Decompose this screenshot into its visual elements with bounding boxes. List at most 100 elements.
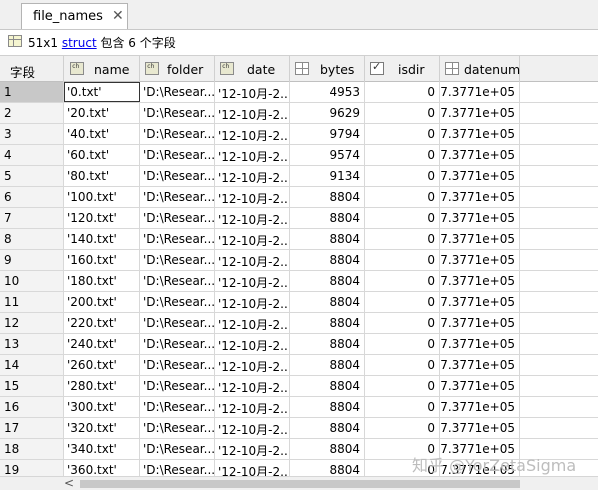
cell-date[interactable]: '12-10月-2... — [215, 145, 290, 165]
cell-isdir[interactable]: 0 — [365, 229, 440, 249]
scrollbar-thumb[interactable] — [80, 480, 520, 488]
header-bytes[interactable]: bytes — [290, 56, 365, 82]
cell-folder[interactable]: 'D:\Resear... — [140, 439, 215, 459]
cell-date[interactable]: '12-10月-2... — [215, 250, 290, 270]
cell-folder[interactable]: 'D:\Resear... — [140, 313, 215, 333]
cell-folder[interactable]: 'D:\Resear... — [140, 145, 215, 165]
cell-isdir[interactable]: 0 — [365, 271, 440, 291]
row-index-cell[interactable]: 9 — [0, 250, 64, 270]
cell-datenum[interactable]: 7.3771e+05 — [440, 124, 520, 144]
cell-bytes[interactable]: 9629 — [290, 103, 365, 123]
cell-date[interactable]: '12-10月-2... — [215, 397, 290, 417]
cell-datenum[interactable]: 7.3771e+05 — [440, 313, 520, 333]
cell-isdir[interactable]: 0 — [365, 124, 440, 144]
cell-name[interactable]: '100.txt' — [64, 187, 140, 207]
cell-datenum[interactable]: 7.3771e+05 — [440, 418, 520, 438]
row-index-cell[interactable]: 1 — [0, 82, 64, 102]
cell-folder[interactable]: 'D:\Resear... — [140, 82, 215, 102]
cell-name[interactable]: '240.txt' — [64, 334, 140, 354]
cell-folder[interactable]: 'D:\Resear... — [140, 292, 215, 312]
cell-date[interactable]: '12-10月-2... — [215, 229, 290, 249]
cell-isdir[interactable]: 0 — [365, 355, 440, 375]
row-index-cell[interactable]: 16 — [0, 397, 64, 417]
cell-name[interactable]: '180.txt' — [64, 271, 140, 291]
cell-isdir[interactable]: 0 — [365, 334, 440, 354]
header-name[interactable]: name — [64, 56, 140, 82]
cell-isdir[interactable]: 0 — [365, 397, 440, 417]
cell-isdir[interactable]: 0 — [365, 292, 440, 312]
cell-bytes[interactable]: 9794 — [290, 124, 365, 144]
cell-bytes[interactable]: 9574 — [290, 145, 365, 165]
cell-folder[interactable]: 'D:\Resear... — [140, 397, 215, 417]
cell-folder[interactable]: 'D:\Resear... — [140, 166, 215, 186]
cell-bytes[interactable]: 4953 — [290, 82, 365, 102]
cell-name[interactable]: '320.txt' — [64, 418, 140, 438]
cell-bytes[interactable]: 8804 — [290, 418, 365, 438]
cell-isdir[interactable]: 0 — [365, 250, 440, 270]
cell-date[interactable]: '12-10月-2... — [215, 187, 290, 207]
cell-folder[interactable]: 'D:\Resear... — [140, 334, 215, 354]
cell-isdir[interactable]: 0 — [365, 313, 440, 333]
cell-name[interactable]: '0.txt' — [64, 82, 140, 102]
cell-isdir[interactable]: 0 — [365, 187, 440, 207]
cell-datenum[interactable]: 7.3771e+05 — [440, 376, 520, 396]
cell-bytes[interactable]: 8804 — [290, 334, 365, 354]
cell-bytes[interactable]: 8804 — [290, 313, 365, 333]
cell-date[interactable]: '12-10月-2... — [215, 418, 290, 438]
row-index-cell[interactable]: 17 — [0, 418, 64, 438]
cell-isdir[interactable]: 0 — [365, 166, 440, 186]
row-index-cell[interactable]: 18 — [0, 439, 64, 459]
cell-name[interactable]: '220.txt' — [64, 313, 140, 333]
row-index-cell[interactable]: 3 — [0, 124, 64, 144]
cell-name[interactable]: '120.txt' — [64, 208, 140, 228]
cell-date[interactable]: '12-10月-2... — [215, 439, 290, 459]
cell-folder[interactable]: 'D:\Resear... — [140, 187, 215, 207]
cell-date[interactable]: '12-10月-2... — [215, 82, 290, 102]
row-index-cell[interactable]: 2 — [0, 103, 64, 123]
row-index-cell[interactable]: 14 — [0, 355, 64, 375]
cell-date[interactable]: '12-10月-2... — [215, 376, 290, 396]
cell-date[interactable]: '12-10月-2... — [215, 124, 290, 144]
cell-datenum[interactable]: 7.3771e+05 — [440, 334, 520, 354]
cell-bytes[interactable]: 8804 — [290, 355, 365, 375]
scroll-left-arrow-icon[interactable]: < — [64, 476, 74, 490]
row-index-cell[interactable]: 15 — [0, 376, 64, 396]
cell-date[interactable]: '12-10月-2... — [215, 355, 290, 375]
cell-folder[interactable]: 'D:\Resear... — [140, 355, 215, 375]
cell-date[interactable]: '12-10月-2... — [215, 271, 290, 291]
cell-name[interactable]: '280.txt' — [64, 376, 140, 396]
cell-bytes[interactable]: 8804 — [290, 397, 365, 417]
row-index-cell[interactable]: 11 — [0, 292, 64, 312]
cell-folder[interactable]: 'D:\Resear... — [140, 376, 215, 396]
cell-isdir[interactable]: 0 — [365, 145, 440, 165]
row-index-cell[interactable]: 5 — [0, 166, 64, 186]
horizontal-scrollbar[interactable]: < — [0, 476, 598, 490]
cell-name[interactable]: '140.txt' — [64, 229, 140, 249]
cell-date[interactable]: '12-10月-2... — [215, 166, 290, 186]
cell-name[interactable]: '80.txt' — [64, 166, 140, 186]
cell-datenum[interactable]: 7.3771e+05 — [440, 187, 520, 207]
cell-folder[interactable]: 'D:\Resear... — [140, 124, 215, 144]
cell-isdir[interactable]: 0 — [365, 418, 440, 438]
cell-name[interactable]: '60.txt' — [64, 145, 140, 165]
row-index-cell[interactable]: 8 — [0, 229, 64, 249]
cell-name[interactable]: '300.txt' — [64, 397, 140, 417]
cell-folder[interactable]: 'D:\Resear... — [140, 103, 215, 123]
header-datenum[interactable]: datenum — [440, 56, 520, 82]
tab-file-names[interactable]: file_names ✕ — [21, 3, 128, 29]
row-index-cell[interactable]: 6 — [0, 187, 64, 207]
header-date[interactable]: date — [215, 56, 290, 82]
cell-datenum[interactable]: 7.3771e+05 — [440, 250, 520, 270]
cell-name[interactable]: '40.txt' — [64, 124, 140, 144]
row-index-cell[interactable]: 4 — [0, 145, 64, 165]
close-icon[interactable]: ✕ — [112, 8, 124, 24]
cell-date[interactable]: '12-10月-2... — [215, 208, 290, 228]
header-index[interactable]: 字段 — [0, 56, 64, 82]
cell-name[interactable]: '260.txt' — [64, 355, 140, 375]
cell-date[interactable]: '12-10月-2... — [215, 313, 290, 333]
cell-datenum[interactable]: 7.3771e+05 — [440, 229, 520, 249]
cell-bytes[interactable]: 8804 — [290, 229, 365, 249]
cell-folder[interactable]: 'D:\Resear... — [140, 208, 215, 228]
row-index-cell[interactable]: 7 — [0, 208, 64, 228]
cell-isdir[interactable]: 0 — [365, 208, 440, 228]
